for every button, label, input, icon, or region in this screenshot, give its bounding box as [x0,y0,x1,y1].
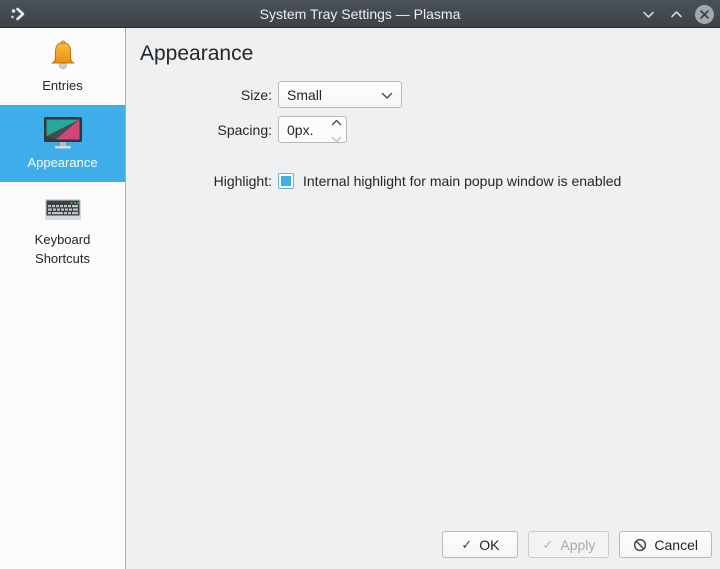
spin-up-button[interactable] [331,113,342,129]
ok-button[interactable]: ✓ OK [442,531,519,558]
sidebar-item-label: Keyboard Shortcuts [34,232,91,266]
chevron-down-icon [381,87,393,103]
page-title: Appearance [140,42,254,65]
cancel-button[interactable]: Cancel [619,531,712,558]
highlight-checkbox[interactable] [278,173,294,189]
monitor-icon [4,116,121,149]
ok-button-label: OK [479,536,500,553]
window-title: System Tray Settings — Plasma [259,5,461,22]
dialog-button-row: ✓ OK ✓ Apply Cancel [442,531,712,558]
appearance-page: Appearance Size: Small Spacing: 0px. Hig… [126,28,720,569]
minimize-button[interactable] [639,5,658,24]
sidebar-item-label: Appearance [27,155,98,170]
highlight-description: Internal highlight for main popup window… [303,173,622,189]
sidebar-item-entries[interactable]: Entries [0,28,125,105]
spacing-value: 0px. [287,121,314,138]
spin-down-button[interactable] [331,130,342,146]
titlebar: System Tray Settings — Plasma [0,0,720,28]
size-label: Size: [240,86,272,103]
spacing-label: Spacing: [217,121,272,138]
keyboard-icon [4,193,121,226]
close-button[interactable] [695,4,714,24]
cancel-icon [633,538,647,552]
apply-button-label: Apply [560,536,596,553]
maximize-button[interactable] [667,5,686,24]
check-icon: ✓ [461,537,473,552]
system-tray-settings-window: System Tray Settings — Plasma Entries Ap… [0,0,720,569]
apply-button[interactable]: ✓ Apply [528,531,610,558]
check-icon: ✓ [542,537,554,552]
sidebar-item-appearance[interactable]: Appearance [0,105,125,182]
size-value: Small [287,86,323,103]
spacing-row: Spacing: 0px. [138,116,720,143]
system-tray-app-icon [9,5,27,23]
highlight-row: Highlight: Internal highlight for main p… [138,173,720,189]
size-row: Size: Small [138,81,720,108]
cancel-button-label: Cancel [654,536,698,553]
sidebar-item-keyboard-shortcuts[interactable]: Keyboard Shortcuts [0,182,125,278]
sidebar-item-label: Entries [42,78,83,93]
highlight-label: Highlight: [213,173,272,189]
bell-icon [4,39,121,72]
checkbox-checked-indicator [281,176,291,186]
size-combobox[interactable]: Small [278,81,402,108]
settings-sidebar: Entries Appearance Keyboard Shortcuts [0,28,126,569]
spacing-spinbox[interactable]: 0px. [278,116,347,143]
